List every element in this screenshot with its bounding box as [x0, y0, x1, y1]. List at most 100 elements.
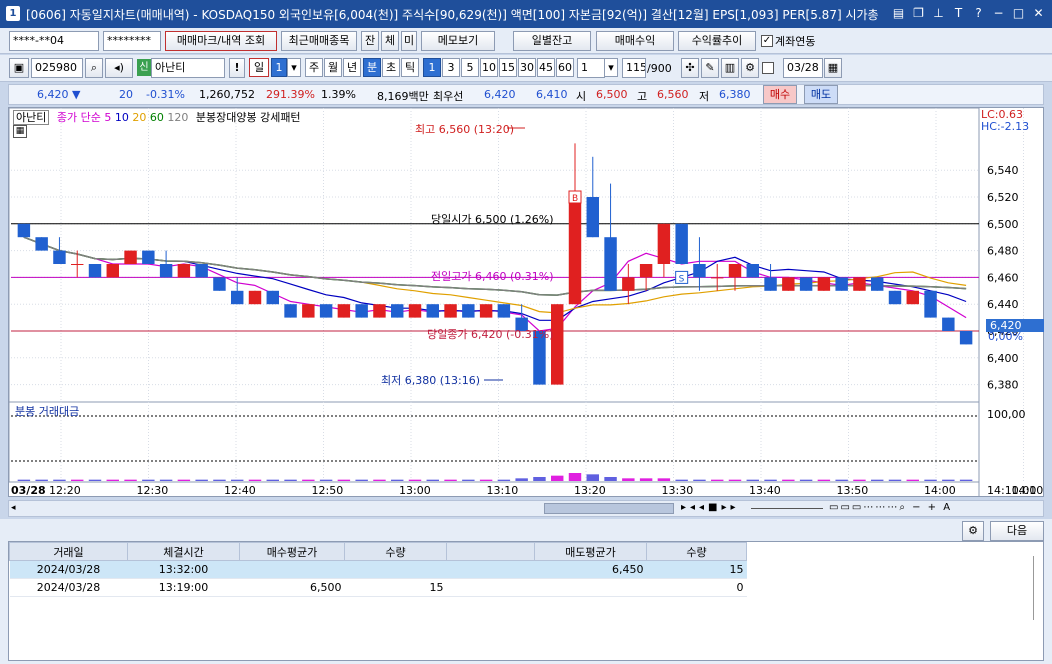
alert-button[interactable]: !	[229, 58, 245, 78]
zoom-slider[interactable]	[751, 508, 823, 509]
period-tick-tab[interactable]: 틱	[401, 58, 419, 77]
volume: 1,260,752	[199, 88, 255, 101]
table-header-cell[interactable]: 체결시간	[127, 542, 240, 561]
period-week-tab[interactable]: 주	[305, 58, 323, 77]
open-annotation: 당일시가 6,500 (1.26%)	[431, 213, 554, 226]
bar-count-input[interactable]: 115	[622, 58, 646, 78]
interval-count-select[interactable]: 1	[577, 58, 605, 78]
close-annotation: 당일종가 6,420 (-0.31%)	[427, 328, 554, 341]
pin-icon[interactable]: ⊥	[931, 5, 946, 21]
volume-bar	[959, 479, 973, 481]
password-field[interactable]: ********	[103, 31, 161, 51]
min-10-button[interactable]: 10	[480, 58, 498, 77]
marks-query-button[interactable]: 매매마크/내역 조회	[165, 31, 277, 51]
time-end-label: 14:10:00	[987, 484, 1037, 497]
candle-body	[924, 290, 937, 318]
search-icon[interactable]: ⌕	[85, 58, 103, 78]
daily-balance-button[interactable]: 일별잔고	[513, 31, 591, 51]
period-day-count[interactable]: 1	[271, 58, 287, 77]
menu-icon[interactable]: ▣	[9, 58, 29, 78]
help-icon[interactable]: ?	[971, 5, 986, 21]
table-header-cell[interactable]: 수량	[344, 542, 447, 561]
account-link-checkbox[interactable]: ✓	[761, 35, 773, 47]
date-input[interactable]: 03/28	[783, 58, 823, 78]
min-1-button[interactable]: 1	[423, 58, 441, 77]
save-icon[interactable]: ▥	[721, 58, 739, 78]
volume-bar	[551, 475, 564, 481]
calendar-icon[interactable]: ▦	[824, 58, 842, 78]
candle-body	[124, 250, 137, 264]
min-5-button[interactable]: 5	[461, 58, 479, 77]
speaker-icon[interactable]: ◂)	[105, 58, 133, 78]
min-15-button[interactable]: 15	[499, 58, 517, 77]
min-3-button[interactable]: 3	[442, 58, 460, 77]
candle-body	[17, 223, 31, 238]
grid-icon[interactable]: ▦	[13, 125, 27, 138]
stock-code-input[interactable]: 025980	[31, 58, 83, 78]
minimize-icon[interactable]: −	[991, 5, 1006, 21]
close-icon[interactable]: ✕	[1031, 5, 1046, 21]
layout-icon[interactable]: ▤	[891, 5, 906, 21]
legend-label: 종가 단순	[56, 111, 101, 124]
table-header-cell[interactable]	[446, 542, 535, 561]
balance-button[interactable]: 잔	[361, 31, 379, 51]
volume-bar	[159, 479, 173, 481]
gear-icon[interactable]: ⚙	[741, 58, 759, 78]
low-label: 저	[699, 90, 710, 103]
low-annotation: 최저 6,380 (13:16)	[381, 374, 481, 387]
period-day-tab[interactable]: 일	[249, 58, 269, 77]
font-icon[interactable]: T	[951, 5, 966, 21]
date-checkbox[interactable]	[762, 62, 774, 74]
x-tick-label: 12:40	[224, 484, 256, 496]
chevron-down-icon[interactable]: ▾	[604, 58, 618, 77]
volume-bar	[906, 479, 919, 481]
account-select[interactable]: ****-**04	[9, 31, 99, 51]
draw-icon[interactable]: ✎	[701, 58, 719, 78]
candle-body	[462, 304, 475, 318]
table-row[interactable]: 2024/03/28 13:32:00 6,450 15	[9, 560, 747, 579]
restore-icon[interactable]: ❐	[911, 5, 926, 21]
min-30-button[interactable]: 30	[518, 58, 536, 77]
date-label: 03/28	[11, 484, 46, 497]
chevron-down-icon[interactable]: ▾	[287, 58, 301, 77]
chart-scrollbar[interactable]: ◂ ▸◂◂■▸▸ ▭▭▭⋯⋯⋯⌕ − + A	[8, 500, 1044, 517]
candle-body	[604, 237, 617, 291]
tool-icons[interactable]: ▭▭▭⋯⋯⋯⌕ − + A	[829, 502, 952, 513]
table-header-cell[interactable]: 매수평균가	[239, 542, 345, 561]
crosshair-icon[interactable]: ✣	[681, 58, 699, 78]
memo-button[interactable]: 메모보기	[421, 31, 495, 51]
scroll-thumb[interactable]	[544, 503, 674, 514]
buy-button[interactable]: 매수	[763, 85, 797, 104]
period-second-tab[interactable]: 초	[382, 58, 400, 77]
recent-trades-button[interactable]: 최근매매종목	[281, 31, 357, 51]
table-header-cell[interactable]: 매도평균가	[534, 542, 647, 561]
gear-icon[interactable]: ⚙	[962, 521, 984, 541]
volume-bar	[284, 479, 297, 481]
high-annotation: 최고 6,560 (13:20)	[415, 123, 515, 136]
playback-controls[interactable]: ▸◂◂■▸▸	[681, 502, 740, 513]
min-45-button[interactable]: 45	[537, 58, 555, 77]
unfilled-button[interactable]: 미	[401, 31, 417, 51]
table-scrollbar[interactable]	[1033, 556, 1034, 620]
scroll-left-icon[interactable]: ◂	[11, 503, 16, 513]
table-row[interactable]: 2024/03/28 13:19:00 6,500 15 0	[9, 578, 747, 597]
maximize-icon[interactable]: □	[1011, 5, 1026, 21]
table-cell	[344, 560, 447, 579]
trade-profit-button[interactable]: 매매수익	[596, 31, 674, 51]
next-button[interactable]: 다음	[990, 521, 1044, 541]
executed-button[interactable]: 체	[381, 31, 399, 51]
period-minute-tab[interactable]: 분	[363, 58, 381, 77]
table-header-cell[interactable]: 거래일	[9, 542, 128, 561]
volume-pane-frame	[9, 401, 980, 483]
period-month-tab[interactable]: 월	[324, 58, 342, 77]
return-trend-button[interactable]: 수익률추이	[678, 31, 756, 51]
window-controls: ▤ ❐ ⊥ T ? − □ ✕	[891, 5, 1046, 21]
sell-button[interactable]: 매도	[804, 85, 838, 104]
volume-bar	[675, 479, 688, 481]
ma5-legend: 5	[104, 111, 112, 124]
candle-body	[711, 277, 724, 279]
chart-area[interactable]: 6,5406,5206,5006,4806,4606,4406,4206,400…	[8, 107, 1044, 497]
table-header-cell[interactable]: 수량	[646, 542, 747, 561]
min-60-button[interactable]: 60	[556, 58, 574, 77]
period-year-tab[interactable]: 년	[343, 58, 361, 77]
